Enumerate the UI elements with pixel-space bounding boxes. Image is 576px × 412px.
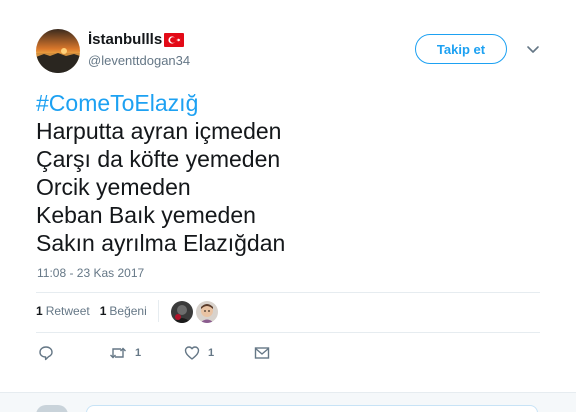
liker-avatar-child-icon [196, 301, 218, 323]
like-button[interactable]: 1 [184, 345, 214, 361]
display-name-text: İstanbullls [88, 31, 163, 48]
like-stat-label: Beğeni [109, 304, 147, 318]
retweet-count: 1 [135, 347, 142, 359]
reply-user-avatar [36, 405, 68, 412]
stats-separator [158, 300, 159, 322]
like-count: 1 [208, 347, 215, 359]
retweet-icon [110, 347, 126, 359]
follow-button[interactable]: Takip et [415, 34, 507, 64]
like-stat-count: 1 [99, 304, 107, 318]
tweet-line: Sakın ayrılma Elazığdan [36, 230, 286, 256]
hashtag-link[interactable]: #ComeToElazığ [36, 89, 285, 117]
liker-avatar-dark-icon [171, 301, 193, 323]
divider [36, 332, 540, 333]
direct-message-button[interactable] [254, 345, 270, 361]
tweet-text: #ComeToElazığ Harputta ayran içmeden Çar… [36, 89, 285, 257]
retweet-stat-label: Retweet [45, 304, 90, 318]
envelope-icon [254, 347, 270, 359]
retweet-stat-count: 1 [36, 304, 43, 318]
liker-avatar[interactable] [171, 301, 193, 323]
user-avatar[interactable] [36, 29, 80, 73]
user-handle[interactable]: @leventtdogan34 [88, 53, 190, 68]
tweet-line: Harputta ayran içmeden [36, 118, 282, 144]
tweet-line: Orcik yemeden [36, 174, 191, 200]
turkey-flag-icon [164, 32, 185, 47]
reply-icon [39, 346, 53, 361]
tweet-actions: 1 1 [38, 345, 278, 365]
reply-button[interactable] [38, 345, 54, 361]
reply-input[interactable] [86, 405, 538, 412]
retweet-stat[interactable]: 1 Retweet [36, 304, 90, 318]
tweet-line: Çarşı da köfte yemeden [36, 146, 281, 172]
divider [36, 292, 540, 293]
like-stat[interactable]: 1 Beğeni [100, 304, 147, 318]
tweet-line: Keban Baık yemeden [36, 202, 256, 228]
tweet-timestamp[interactable]: 11:08 - 23 Kas 2017 [37, 266, 144, 280]
tweet-card: İstanbullls @leventtdogan34 Takip et #Co… [0, 0, 576, 392]
retweet-button[interactable]: 1 [109, 345, 141, 361]
heart-icon [184, 346, 200, 360]
liker-avatar[interactable] [196, 301, 218, 323]
reply-area [0, 392, 576, 412]
display-name[interactable]: İstanbullls [88, 31, 185, 48]
sunset-landscape-avatar-icon [36, 29, 80, 73]
chevron-down-icon[interactable] [526, 44, 540, 56]
tweet-stats: 1 Retweet 1 Beğeni [36, 304, 157, 318]
